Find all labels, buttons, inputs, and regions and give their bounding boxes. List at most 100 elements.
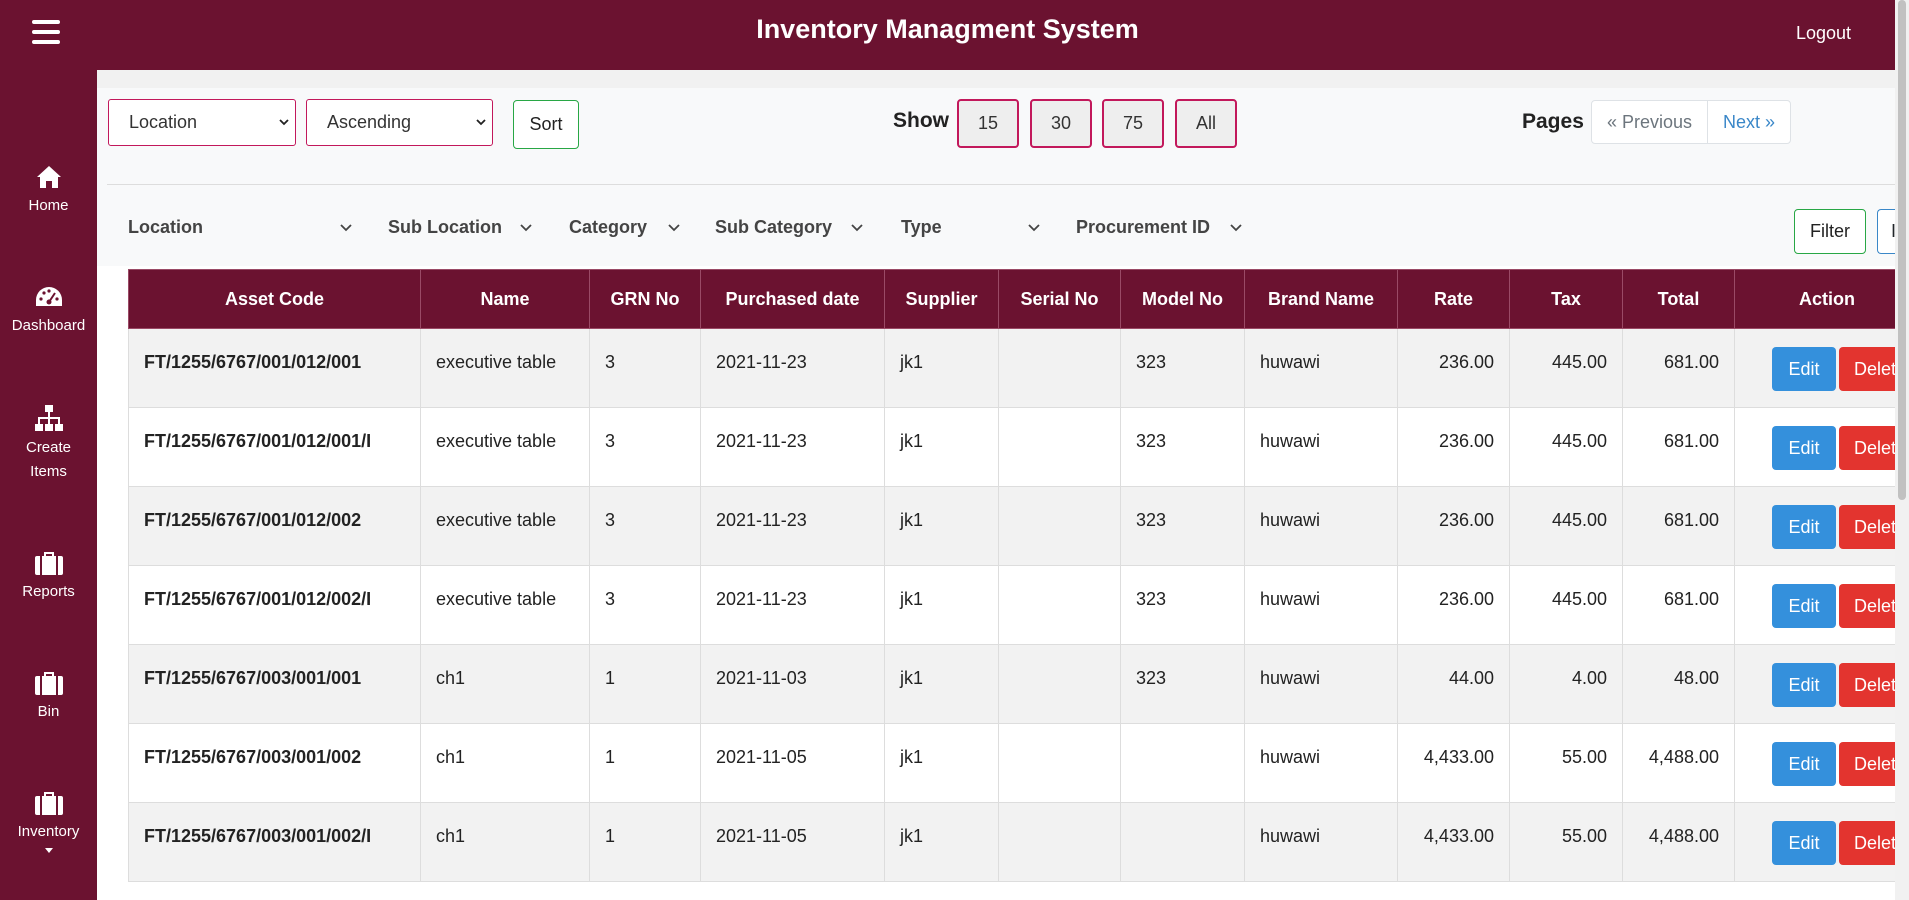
column-header[interactable]: Rate xyxy=(1397,269,1510,329)
briefcase-icon xyxy=(34,792,63,815)
edit-button[interactable]: Edit xyxy=(1772,663,1836,707)
cell-rate: 4,433.00 xyxy=(1397,723,1510,803)
filter-procurement-id[interactable]: Procurement ID xyxy=(1076,217,1210,238)
cell-date: 2021-11-23 xyxy=(700,565,885,645)
cell-code: FT/1255/6767/003/001/002/I xyxy=(128,802,421,882)
logout-link[interactable]: Logout xyxy=(1796,23,1851,44)
cell-supplier: jk1 xyxy=(884,565,999,645)
next-page-button[interactable]: Next » xyxy=(1708,101,1790,143)
cell-tax: 445.00 xyxy=(1509,565,1623,645)
table-row: FT/1255/6767/003/001/002/I ch1 1 2021-11-05… xyxy=(128,802,1909,882)
column-header[interactable]: Serial No xyxy=(998,269,1121,329)
cell-code: FT/1255/6767/001/012/001/I xyxy=(128,407,421,487)
cell-date: 2021-11-23 xyxy=(700,486,885,566)
show-15-button[interactable]: 15 xyxy=(957,99,1019,148)
chevron-down-icon xyxy=(1230,224,1242,232)
home-icon xyxy=(36,166,61,188)
filter-button[interactable]: Filter xyxy=(1794,209,1866,254)
cell-action: Edit Delete xyxy=(1734,723,1909,803)
cell-grn: 1 xyxy=(589,802,701,882)
sidebar-item-inventory[interactable]: Inventory xyxy=(0,790,97,853)
show-all-button[interactable]: All xyxy=(1175,99,1237,148)
vertical-scrollbar[interactable] xyxy=(1895,0,1909,900)
column-header[interactable]: Brand Name xyxy=(1244,269,1398,329)
cell-serial xyxy=(998,565,1121,645)
filter-location[interactable]: Location xyxy=(128,217,203,238)
cell-rate: 236.00 xyxy=(1397,328,1510,408)
column-header[interactable]: Tax xyxy=(1509,269,1623,329)
show-75-button[interactable]: 75 xyxy=(1102,99,1164,148)
previous-page-button[interactable]: « Previous xyxy=(1592,101,1709,143)
cell-date: 2021-11-03 xyxy=(700,644,885,724)
cell-model xyxy=(1120,802,1245,882)
cell-action: Edit Delete xyxy=(1734,486,1909,566)
cell-model: 323 xyxy=(1120,565,1245,645)
cell-serial xyxy=(998,486,1121,566)
chevron-down-icon xyxy=(520,224,532,232)
column-header[interactable]: Asset Code xyxy=(128,269,421,329)
sidebar-item-bin[interactable]: Bin xyxy=(0,670,97,724)
edit-button[interactable]: Edit xyxy=(1772,426,1836,470)
column-header[interactable]: Purchased date xyxy=(700,269,885,329)
table-row: FT/1255/6767/001/012/002/I executive tabl… xyxy=(128,565,1909,645)
cell-tax: 445.00 xyxy=(1509,328,1623,408)
column-header[interactable]: GRN No xyxy=(589,269,701,329)
chevron-down-icon xyxy=(279,119,289,126)
cell-total: 681.00 xyxy=(1622,407,1735,487)
cell-grn: 1 xyxy=(589,723,701,803)
cell-total: 4,488.00 xyxy=(1622,802,1735,882)
cell-date: 2021-11-05 xyxy=(700,723,885,803)
filter-sub-category[interactable]: Sub Category xyxy=(715,217,832,238)
cell-rate: 236.00 xyxy=(1397,486,1510,566)
sidebar-item-dashboard[interactable]: Dashboard xyxy=(0,284,97,338)
cell-brand: huwawi xyxy=(1244,328,1398,408)
cell-supplier: jk1 xyxy=(884,723,999,803)
cell-model: 323 xyxy=(1120,486,1245,566)
edit-button[interactable]: Edit xyxy=(1772,584,1836,628)
sort-field-value: Location xyxy=(129,112,198,132)
edit-button[interactable]: Edit xyxy=(1772,742,1836,786)
cell-date: 2021-11-05 xyxy=(700,802,885,882)
chevron-down-icon xyxy=(476,119,486,126)
cell-model xyxy=(1120,723,1245,803)
filter-type[interactable]: Type xyxy=(901,217,942,238)
sidebar-item-home[interactable]: Home xyxy=(0,164,97,218)
sidebar-item-create-items[interactable]: Create Items xyxy=(0,404,97,484)
filter-category[interactable]: Category xyxy=(569,217,647,238)
cell-brand: huwawi xyxy=(1244,644,1398,724)
filter-sub-location[interactable]: Sub Location xyxy=(388,217,502,238)
secondary-filter-button[interactable]: I xyxy=(1877,209,1895,254)
cell-action: Edit Delete xyxy=(1734,644,1909,724)
cell-date: 2021-11-23 xyxy=(700,328,885,408)
content-top-strip xyxy=(97,70,1895,88)
cell-grn: 3 xyxy=(589,407,701,487)
show-30-button[interactable]: 30 xyxy=(1030,99,1092,148)
table-header-row: Asset Code Name GRN No Purchased date Su… xyxy=(128,269,1909,329)
assets-table: Asset Code Name GRN No Purchased date Su… xyxy=(128,269,1909,882)
cell-supplier: jk1 xyxy=(884,644,999,724)
edit-button[interactable]: Edit xyxy=(1772,505,1836,549)
cell-name: ch1 xyxy=(420,802,590,882)
sort-button[interactable]: Sort xyxy=(513,100,579,149)
column-header[interactable]: Supplier xyxy=(884,269,999,329)
column-header[interactable]: Total xyxy=(1622,269,1735,329)
sidebar-item-label: Dashboard xyxy=(11,317,86,334)
cell-supplier: jk1 xyxy=(884,407,999,487)
cell-total: 681.00 xyxy=(1622,328,1735,408)
sidebar-item-reports[interactable]: Reports xyxy=(0,550,97,604)
cell-supplier: jk1 xyxy=(884,486,999,566)
cell-serial xyxy=(998,328,1121,408)
edit-button[interactable]: Edit xyxy=(1772,347,1836,391)
scrollbar-thumb[interactable] xyxy=(1898,0,1906,500)
column-header[interactable]: Model No xyxy=(1120,269,1245,329)
column-header[interactable]: Name xyxy=(420,269,590,329)
sort-field-select[interactable]: Location xyxy=(108,99,296,146)
table-row: FT/1255/6767/001/012/001/I executive tabl… xyxy=(128,407,1909,487)
cell-name: executive table xyxy=(420,565,590,645)
briefcase-icon xyxy=(34,672,63,695)
sidebar-item-label: Bin xyxy=(37,703,60,720)
pagination: « Previous Next » xyxy=(1591,100,1792,144)
sort-order-select[interactable]: Ascending xyxy=(306,99,493,146)
edit-button[interactable]: Edit xyxy=(1772,821,1836,865)
table-row: FT/1255/6767/001/012/001 executive table 3… xyxy=(128,328,1909,408)
